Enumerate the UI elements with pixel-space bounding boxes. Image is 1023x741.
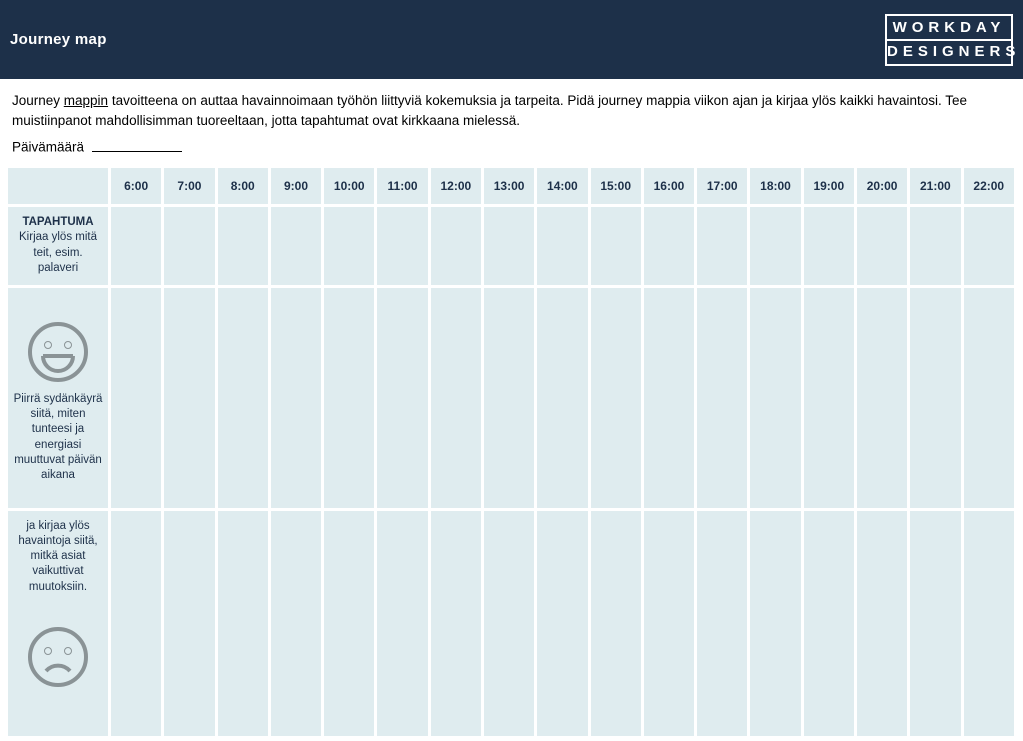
mood-cell[interactable] — [324, 288, 374, 508]
hour-header: 19:00 — [804, 168, 854, 204]
hour-header: 22:00 — [964, 168, 1015, 204]
observation-cell[interactable] — [857, 511, 907, 736]
page-title: Journey map — [10, 31, 107, 48]
date-blank[interactable] — [92, 138, 182, 152]
event-row-header: TAPAHTUMA Kirjaa ylös mitä teit, esim. p… — [8, 207, 108, 285]
mood-cell[interactable] — [537, 288, 587, 508]
hour-header: 18:00 — [750, 168, 800, 204]
event-cell[interactable] — [218, 207, 268, 285]
observation-cell[interactable] — [111, 511, 161, 736]
hour-header: 16:00 — [644, 168, 694, 204]
mood-cell[interactable] — [644, 288, 694, 508]
observation-cell[interactable] — [910, 511, 960, 736]
event-cell[interactable] — [964, 207, 1015, 285]
mood-cell[interactable] — [804, 288, 854, 508]
event-cell[interactable] — [431, 207, 481, 285]
event-row: TAPAHTUMA Kirjaa ylös mitä teit, esim. p… — [8, 207, 1014, 285]
observation-cell[interactable] — [324, 511, 374, 736]
workday-designers-logo: WORKDAY DESIGNERS — [885, 14, 1013, 66]
date-line: Päivämäärä — [0, 134, 1023, 165]
mood-cell[interactable] — [484, 288, 534, 508]
observation-cell[interactable] — [484, 511, 534, 736]
mood-cell[interactable] — [591, 288, 641, 508]
hour-header: 6:00 — [111, 168, 161, 204]
mood-cell[interactable] — [697, 288, 747, 508]
event-cell[interactable] — [857, 207, 907, 285]
event-cell[interactable] — [324, 207, 374, 285]
observations-desc: ja kirjaa ylös havaintoja siitä, mitkä a… — [12, 519, 104, 595]
hour-header: 8:00 — [218, 168, 268, 204]
hour-header: 9:00 — [271, 168, 321, 204]
hour-header: 17:00 — [697, 168, 747, 204]
observation-cell[interactable] — [377, 511, 427, 736]
happy-face-icon — [26, 320, 90, 384]
observations-row-header: ja kirjaa ylös havaintoja siitä, mitkä a… — [8, 511, 108, 736]
hour-header: 13:00 — [484, 168, 534, 204]
date-label: Päivämäärä — [12, 140, 84, 155]
event-title: TAPAHTUMA — [12, 215, 104, 230]
intro-prefix: Journey — [12, 93, 64, 108]
event-cell[interactable] — [644, 207, 694, 285]
observation-cell[interactable] — [644, 511, 694, 736]
mood-cell[interactable] — [857, 288, 907, 508]
hours-row: 6:00 7:00 8:00 9:00 10:00 11:00 12:00 13… — [8, 168, 1014, 204]
event-cell[interactable] — [271, 207, 321, 285]
observation-cell[interactable] — [164, 511, 214, 736]
event-cell[interactable] — [910, 207, 960, 285]
hour-header: 15:00 — [591, 168, 641, 204]
observation-cell[interactable] — [431, 511, 481, 736]
mood-row-header: Piirrä sydänkäyrä siitä, miten tunteesi … — [8, 288, 108, 508]
observation-cell[interactable] — [537, 511, 587, 736]
logo-line-1: WORKDAY — [887, 17, 1011, 39]
event-cell[interactable] — [484, 207, 534, 285]
hour-header: 21:00 — [910, 168, 960, 204]
hour-header: 14:00 — [537, 168, 587, 204]
mood-cell[interactable] — [964, 288, 1015, 508]
mood-cell[interactable] — [271, 288, 321, 508]
event-cell[interactable] — [164, 207, 214, 285]
mood-cell[interactable] — [431, 288, 481, 508]
mood-cell[interactable] — [377, 288, 427, 508]
mood-desc: Piirrä sydänkäyrä siitä, miten tunteesi … — [12, 392, 104, 484]
observation-cell[interactable] — [218, 511, 268, 736]
observations-row: ja kirjaa ylös havaintoja siitä, mitkä a… — [8, 511, 1014, 736]
page-header: Journey map WORKDAY DESIGNERS — [0, 0, 1023, 79]
mood-cell[interactable] — [910, 288, 960, 508]
event-cell[interactable] — [111, 207, 161, 285]
observation-cell[interactable] — [804, 511, 854, 736]
event-cell[interactable] — [377, 207, 427, 285]
observation-cell[interactable] — [697, 511, 747, 736]
intro-link[interactable]: mappin — [64, 93, 108, 108]
event-cell[interactable] — [750, 207, 800, 285]
event-cell[interactable] — [591, 207, 641, 285]
corner-cell — [8, 168, 108, 204]
mood-cell[interactable] — [218, 288, 268, 508]
hour-header: 20:00 — [857, 168, 907, 204]
observation-cell[interactable] — [750, 511, 800, 736]
journey-map-table: 6:00 7:00 8:00 9:00 10:00 11:00 12:00 13… — [5, 165, 1017, 739]
hour-header: 12:00 — [431, 168, 481, 204]
hour-header: 10:00 — [324, 168, 374, 204]
logo-line-2: DESIGNERS — [887, 41, 1011, 63]
intro-paragraph: Journey mappin tavoitteena on auttaa hav… — [0, 79, 1023, 134]
observation-cell[interactable] — [271, 511, 321, 736]
hour-header: 7:00 — [164, 168, 214, 204]
intro-suffix: tavoitteena on auttaa havainnoimaan työh… — [12, 93, 967, 128]
event-cell[interactable] — [697, 207, 747, 285]
event-desc: Kirjaa ylös mitä teit, esim. palaveri — [12, 230, 104, 276]
event-cell[interactable] — [804, 207, 854, 285]
observation-cell[interactable] — [591, 511, 641, 736]
observation-cell[interactable] — [964, 511, 1015, 736]
event-cell[interactable] — [537, 207, 587, 285]
hour-header: 11:00 — [377, 168, 427, 204]
mood-cell[interactable] — [164, 288, 214, 508]
mood-cell[interactable] — [111, 288, 161, 508]
mood-cell[interactable] — [750, 288, 800, 508]
mood-row: Piirrä sydänkäyrä siitä, miten tunteesi … — [8, 288, 1014, 508]
sad-face-icon — [26, 625, 90, 689]
